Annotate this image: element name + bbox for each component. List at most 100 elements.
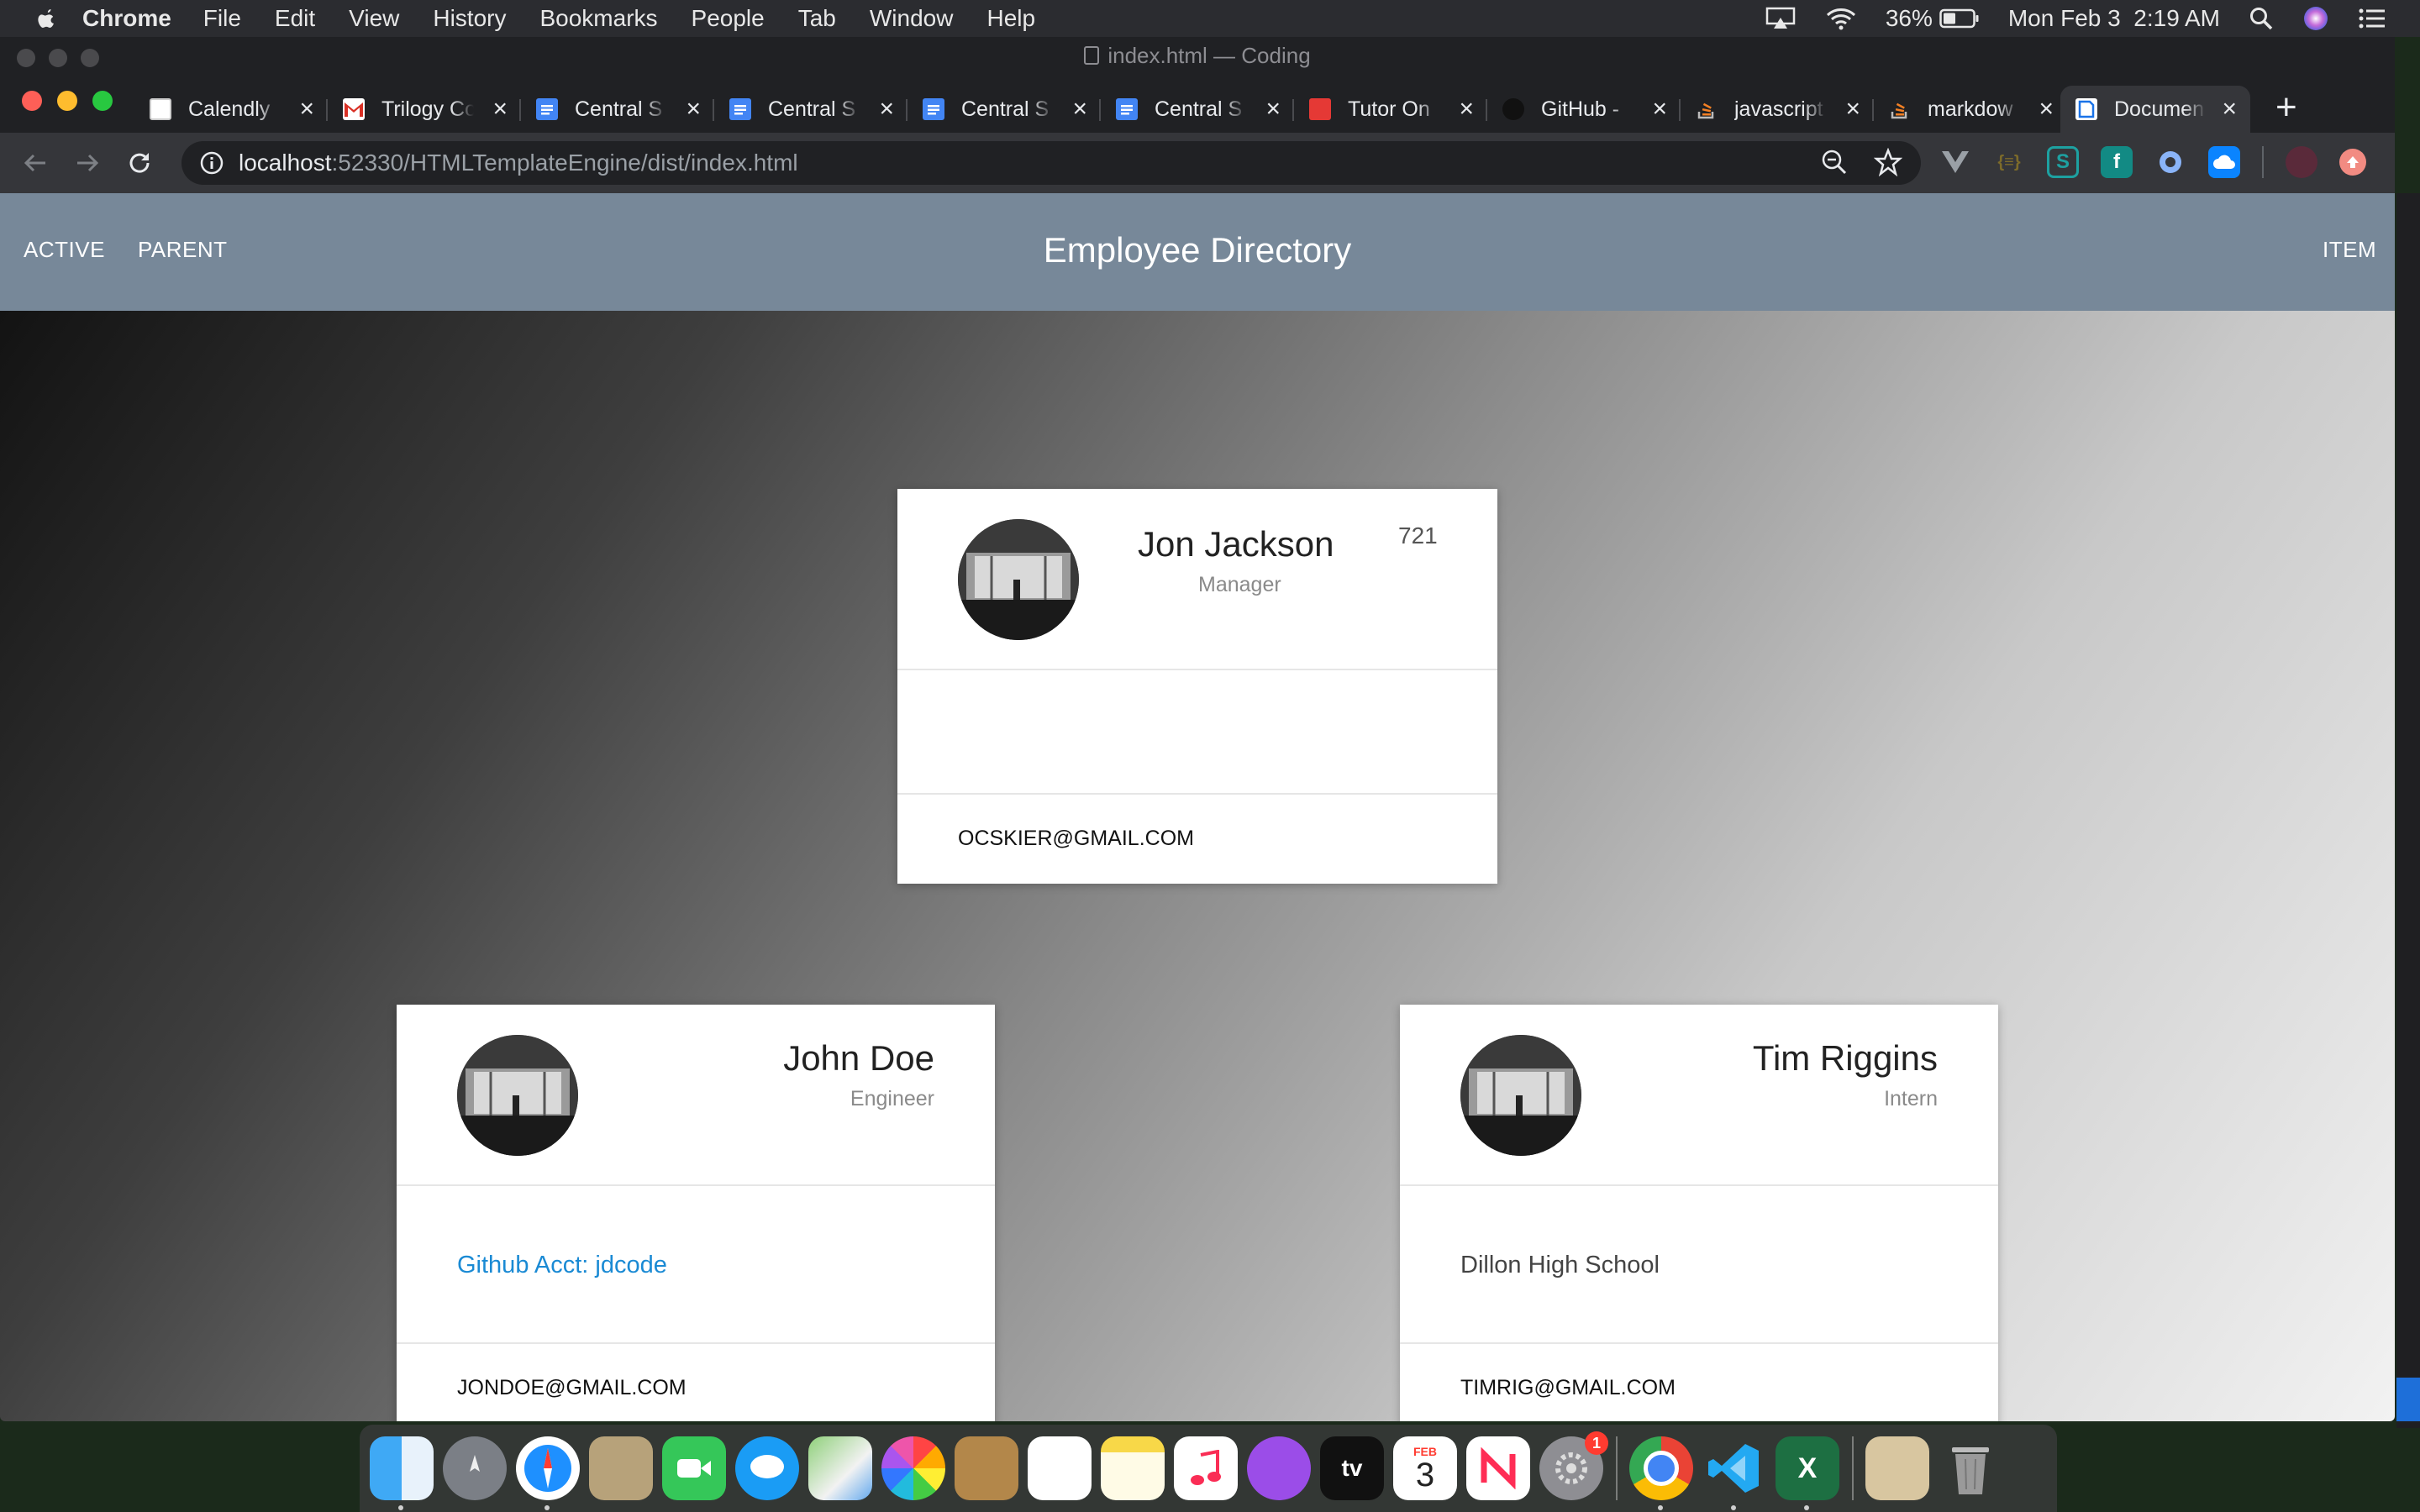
tab-trilogy[interactable]: Trilogy Co × [328, 86, 521, 133]
menu-clock[interactable]: Mon Feb 3 2:19 AM [2008, 5, 2220, 32]
spotlight-search-icon[interactable] [2249, 6, 2274, 31]
tab-calendly[interactable]: Calendly × [134, 86, 328, 133]
tab-close-icon[interactable]: × [879, 97, 894, 122]
zoom-icon[interactable] [1820, 148, 1849, 176]
menu-app-chrome[interactable]: Chrome [82, 5, 171, 32]
minimize-window-button[interactable] [57, 91, 77, 111]
maps-icon[interactable] [808, 1436, 872, 1500]
notification-badge: 1 [1585, 1431, 1608, 1455]
battery-icon [1939, 8, 1979, 29]
card-body: Github Acct: jdcode [397, 1186, 995, 1344]
system-preferences-icon[interactable]: 1 [1539, 1431, 1608, 1500]
tab-label: Central S [1155, 97, 1243, 121]
menu-edit[interactable]: Edit [275, 5, 315, 32]
reload-button[interactable] [123, 146, 156, 180]
siri-icon[interactable] [2302, 5, 2329, 32]
tab-markdown[interactable]: markdow × [1874, 86, 2067, 133]
reminders-icon[interactable] [1028, 1436, 1092, 1500]
menu-file[interactable]: File [203, 5, 241, 32]
tab-close-icon[interactable]: × [299, 97, 314, 122]
menu-bookmarks[interactable]: Bookmarks [539, 5, 657, 32]
close-window-button[interactable] [22, 91, 42, 111]
menu-help[interactable]: Help [986, 5, 1035, 32]
excel-icon[interactable]: X [1776, 1436, 1839, 1510]
chrome-icon[interactable] [1629, 1436, 1693, 1510]
notes-icon[interactable] [1101, 1436, 1165, 1500]
tab-close-icon[interactable]: × [686, 97, 701, 122]
launchpad-icon[interactable] [443, 1436, 507, 1500]
s-extension-icon[interactable]: S [2047, 146, 2079, 178]
f-extension-icon[interactable]: f [2101, 146, 2133, 178]
json-viewer-icon[interactable]: {≡} [1993, 146, 2025, 178]
tab-central-2[interactable]: Central S × [714, 86, 908, 133]
tab-tutor[interactable]: Tutor On × [1294, 86, 1487, 133]
tab-close-icon[interactable]: × [1265, 97, 1281, 122]
tab-central-1[interactable]: Central S × [521, 86, 714, 133]
menu-tab[interactable]: Tab [798, 5, 836, 32]
bookmark-star-icon[interactable] [1874, 148, 1902, 176]
messages-icon[interactable] [735, 1436, 799, 1500]
tab-close-icon[interactable]: × [2039, 97, 2054, 122]
github-link[interactable]: Github Acct: jdcode [457, 1252, 667, 1279]
menu-history[interactable]: History [433, 5, 506, 32]
tab-close-icon[interactable]: × [492, 97, 508, 122]
tab-central-4[interactable]: Central S × [1101, 86, 1294, 133]
nav-link-item[interactable]: ITEM [2323, 237, 2376, 263]
finder-icon[interactable] [370, 1436, 434, 1510]
employee-name: John Doe [783, 1038, 934, 1078]
mail-eagle-icon[interactable] [589, 1436, 653, 1500]
address-bar[interactable]: localhost:52330/HTMLTemplateEngine/dist/… [182, 141, 1921, 185]
back-button[interactable] [18, 146, 52, 180]
menu-view[interactable]: View [349, 5, 399, 32]
music-icon[interactable] [1174, 1436, 1238, 1500]
employee-role: Manager [1198, 573, 1281, 596]
safari-icon[interactable] [516, 1436, 580, 1510]
downloads-folder-icon[interactable] [1865, 1436, 1929, 1500]
web-page: ACTIVE PARENT Employee Directory ITEM Jo… [0, 193, 2395, 1421]
photos-icon[interactable] [881, 1436, 945, 1500]
tab-document-active[interactable]: Documen × [2060, 86, 2250, 133]
podcasts-icon[interactable] [1247, 1436, 1311, 1500]
employee-email[interactable]: OCSKIER@GMAIL.COM [958, 827, 1194, 851]
employee-email[interactable]: JONDOE@GMAIL.COM [457, 1376, 687, 1400]
tab-close-icon[interactable]: × [1072, 97, 1087, 122]
tab-close-icon[interactable]: × [2222, 97, 2237, 122]
tab-close-icon[interactable]: × [1845, 97, 1860, 122]
background-window-controls [17, 49, 99, 67]
tab-label: javascript [1734, 97, 1823, 121]
site-info-icon[interactable] [200, 151, 224, 175]
battery-status[interactable]: 36% [1886, 5, 1980, 32]
menu-window[interactable]: Window [870, 5, 954, 32]
trash-icon[interactable] [1939, 1436, 2002, 1500]
notification-center-icon[interactable] [2358, 7, 2386, 30]
contacts-icon[interactable] [955, 1436, 1018, 1500]
tab-central-3[interactable]: Central S × [908, 86, 1101, 133]
loop-extension-icon[interactable] [2154, 146, 2186, 178]
employee-email[interactable]: TIMRIG@GMAIL.COM [1460, 1376, 1676, 1400]
menu-people[interactable]: People [692, 5, 765, 32]
desktop-window-edge [2396, 1378, 2420, 1421]
forward-button[interactable] [71, 146, 104, 180]
tab-close-icon[interactable]: × [1459, 97, 1474, 122]
new-tab-button[interactable]: + [2275, 89, 2297, 126]
calendar-icon[interactable]: FEB 3 [1393, 1436, 1457, 1500]
apple-tv-icon[interactable]: tv [1320, 1436, 1384, 1500]
vscode-icon[interactable] [1702, 1436, 1766, 1510]
cloud-extension-icon[interactable] [2208, 146, 2240, 178]
zoom-window-button[interactable] [92, 91, 113, 111]
facetime-icon[interactable] [662, 1436, 726, 1500]
tab-javascript[interactable]: javascript × [1681, 86, 1874, 133]
gmail-icon [343, 98, 365, 120]
tab-close-icon[interactable]: × [1652, 97, 1667, 122]
news-icon[interactable] [1466, 1436, 1530, 1500]
employee-school: Dillon High School [1460, 1252, 1660, 1278]
apple-menu-icon[interactable] [34, 6, 59, 31]
desktop-edge [2396, 193, 2420, 1428]
airplay-icon[interactable] [1765, 6, 1797, 31]
profile-avatar[interactable] [2286, 146, 2317, 178]
tab-github[interactable]: GitHub - × [1487, 86, 1681, 133]
vue-devtools-icon[interactable] [1939, 146, 1971, 178]
update-alert-icon[interactable] [2339, 149, 2366, 176]
tab-label: Tutor On [1348, 97, 1430, 121]
wifi-icon[interactable] [1825, 6, 1857, 31]
